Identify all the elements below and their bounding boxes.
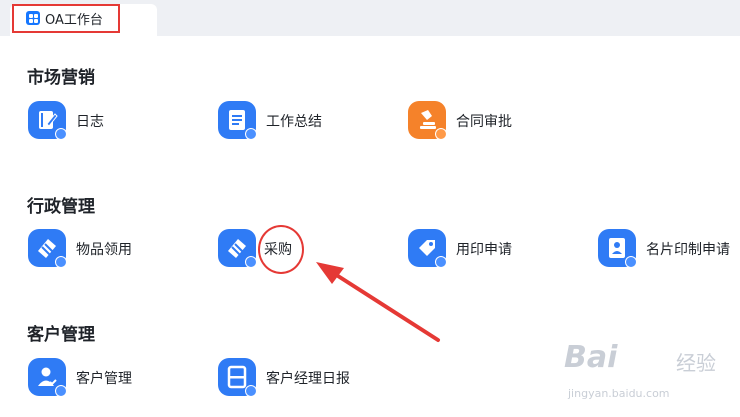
stamp-icon	[408, 101, 447, 140]
section-title-marketing: 市场营销	[27, 68, 95, 88]
app-label: 日志	[76, 114, 104, 130]
app-customer-management[interactable]: 客户管理	[28, 358, 168, 402]
app-label: 名片印制申请	[646, 242, 730, 258]
highlight-circle	[258, 225, 304, 274]
package-icon	[28, 229, 67, 268]
app-business-card[interactable]: 名片印制申请	[598, 229, 738, 273]
app-work-summary[interactable]: 工作总结	[218, 101, 368, 145]
app-contract-approval[interactable]: 合同审批	[408, 101, 558, 145]
app-label: 客户管理	[76, 371, 132, 387]
customer-icon	[28, 358, 67, 397]
app-manager-daily-report[interactable]: 客户经理日报	[218, 358, 378, 402]
document-icon	[218, 101, 257, 140]
report-icon	[218, 358, 257, 397]
app-diary[interactable]: 日志	[28, 101, 168, 145]
business-card-icon	[598, 229, 637, 268]
app-label: 物品领用	[76, 242, 132, 258]
diary-icon	[28, 101, 67, 140]
section-title-customer: 客户管理	[27, 325, 95, 345]
watermark: Bai 经验 jingyan.baidu.com	[564, 340, 716, 400]
app-label: 用印申请	[456, 242, 512, 258]
package-icon	[218, 229, 257, 268]
section-title-admin: 行政管理	[27, 197, 95, 217]
annotation-arrow	[316, 262, 440, 342]
app-label: 工作总结	[266, 114, 322, 130]
tab-highlight-box	[12, 4, 120, 33]
app-item-requisition[interactable]: 物品领用	[28, 229, 168, 273]
app-label: 合同审批	[456, 114, 512, 130]
app-label: 客户经理日报	[266, 371, 350, 387]
